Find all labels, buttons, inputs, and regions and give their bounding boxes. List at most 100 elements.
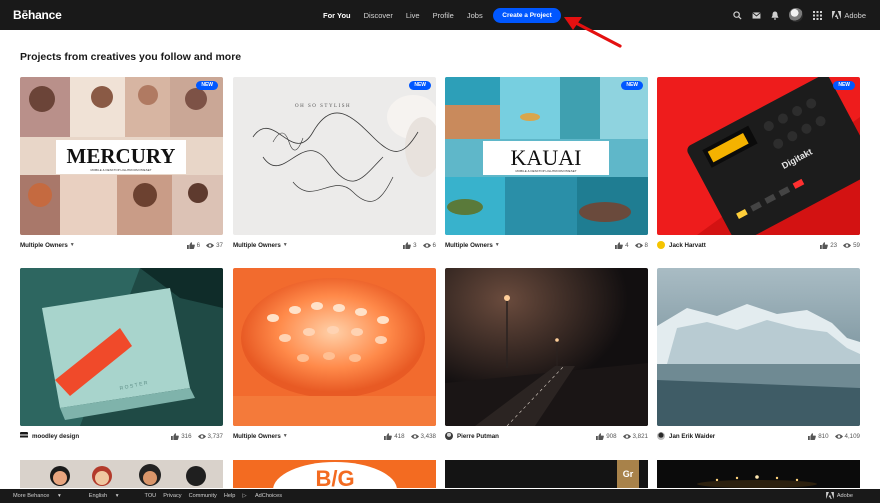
chevron-down-icon[interactable]: ▼: [283, 242, 288, 248]
thumbs-up-icon[interactable]: [171, 432, 180, 440]
digitakt-device-image: Digitakt: [657, 77, 860, 235]
project-meta: Jan Erik Waider 810 4,109: [657, 429, 860, 443]
nav-live[interactable]: Live: [406, 11, 420, 20]
project-stats: 23 59: [814, 242, 860, 249]
svg-text:B/G: B/G: [315, 466, 354, 488]
adobe-footer-label: Adobe: [836, 492, 853, 499]
stage-lights-thumbnail: [657, 460, 860, 488]
thumbs-up-icon[interactable]: [615, 241, 623, 249]
owner-link[interactable]: moodley design: [20, 432, 79, 440]
owner-link[interactable]: Multiple Owners ▼: [233, 433, 288, 440]
more-behance-link[interactable]: More Behance ▾: [13, 493, 68, 499]
thumbs-up-icon[interactable]: [403, 241, 411, 249]
project-card[interactable]: Jan Erik Waider 810 4,109: [657, 268, 860, 443]
project-card-partial[interactable]: [657, 460, 860, 488]
owner-avatar[interactable]: [20, 432, 28, 440]
nav-jobs[interactable]: Jobs: [467, 11, 483, 20]
adobe-link[interactable]: Adobe: [832, 11, 866, 20]
adobe-footer-link[interactable]: Adobe: [825, 492, 860, 499]
footer-link-tou[interactable]: TOU: [145, 493, 157, 499]
project-meta: Jack Harvatt 23 59: [657, 238, 860, 252]
owner-link[interactable]: Multiple Owners ▼: [20, 242, 75, 249]
user-avatar[interactable]: [789, 8, 804, 22]
project-card[interactable]: OH SO STYLISH NEW Multiple Owners ▼ 3 6: [233, 77, 436, 252]
project-card[interactable]: Pierre Putman 908 3,821: [445, 268, 648, 443]
project-stats: 3 6: [397, 242, 436, 249]
project-card-partial[interactable]: [20, 460, 223, 488]
project-thumbnail[interactable]: KAUAI MOBILE & DESKTOP LIGHTROOM PRESET …: [445, 77, 648, 235]
mail-icon[interactable]: [751, 10, 761, 20]
footer-link-privacy[interactable]: Privacy: [163, 493, 181, 499]
behance-app: Bēhance For You Discover Live Profile Jo…: [0, 0, 880, 503]
nav-discover[interactable]: Discover: [364, 11, 393, 20]
project-card[interactable]: KAUAI MOBILE & DESKTOP LIGHTROOM PRESET …: [445, 77, 648, 252]
owner-link[interactable]: Multiple Owners ▼: [445, 242, 500, 249]
owner-link[interactable]: Pierre Putman: [445, 432, 499, 440]
like-count: 908: [606, 432, 617, 440]
project-card-partial[interactable]: B/G: [233, 460, 436, 488]
thumbs-up-icon[interactable]: [808, 432, 817, 440]
eye-icon: [197, 433, 206, 440]
footer-bar: More Behance ▾ English ▾ TOU Privacy Com…: [0, 489, 880, 503]
owner-link[interactable]: Jan Erik Waider: [657, 432, 715, 440]
owner-link[interactable]: Multiple Owners ▼: [233, 242, 288, 249]
project-card[interactable]: MERCURY MOBILE & DESKTOP LIGHTROOM PRESE…: [20, 77, 223, 252]
owner-avatar[interactable]: [445, 432, 453, 440]
thumbs-up-icon[interactable]: [596, 432, 605, 440]
footer-link-community[interactable]: Community: [189, 493, 217, 499]
main-nav: For You Discover Live Profile Jobs: [323, 0, 496, 30]
thumbs-up-icon[interactable]: [820, 241, 829, 249]
project-thumbnail[interactable]: [657, 268, 860, 426]
apps-grid-icon[interactable]: [812, 10, 822, 20]
footer-link-help[interactable]: Help: [224, 493, 236, 499]
like-count: 810: [818, 432, 829, 440]
adobe-logo-icon: [832, 11, 842, 19]
bell-icon[interactable]: [770, 10, 780, 20]
project-meta: Multiple Owners ▼ 4 8: [445, 238, 648, 252]
project-thumbnail[interactable]: [233, 268, 436, 426]
project-stats: 908 3,821: [590, 433, 648, 440]
project-card-partial[interactable]: Gr: [445, 460, 648, 488]
view-count: 3,438: [420, 432, 436, 440]
owner-avatar[interactable]: [657, 432, 665, 440]
owner-avatar[interactable]: [657, 241, 665, 249]
night-road-image: [445, 268, 648, 426]
top-navigation-bar: Bēhance For You Discover Live Profile Jo…: [0, 0, 880, 30]
new-badge: NEW: [196, 81, 218, 90]
project-thumbnail[interactable]: OH SO STYLISH NEW: [233, 77, 436, 235]
adchoices-label: AdChoices: [254, 493, 282, 499]
chevron-down-icon[interactable]: ▼: [283, 433, 288, 439]
view-count: 4,109: [844, 432, 860, 440]
project-stats: 316 3,737: [165, 433, 223, 440]
language-select[interactable]: English ▾: [89, 493, 126, 499]
eye-icon: [843, 242, 852, 249]
owner-name: Jack Harvatt: [669, 241, 706, 249]
project-thumbnail[interactable]: ROSTER: [20, 268, 223, 426]
view-count: 37: [216, 241, 223, 249]
project-card[interactable]: Digitakt NEW Jack Harvatt 23 59: [657, 77, 860, 252]
thumbs-up-icon[interactable]: [186, 241, 195, 249]
owner-name: Multiple Owners: [233, 241, 281, 249]
project-meta: moodley design 316 3,737: [20, 429, 223, 443]
chevron-down-icon[interactable]: ▼: [495, 242, 500, 248]
project-card[interactable]: Multiple Owners ▼ 418 3,438: [233, 268, 436, 443]
thumbs-up-icon[interactable]: [384, 432, 393, 440]
project-thumbnail[interactable]: Digitakt NEW: [657, 77, 860, 235]
behance-logo[interactable]: Bēhance: [13, 8, 62, 22]
owner-name: Multiple Owners: [445, 241, 493, 249]
nav-profile[interactable]: Profile: [433, 11, 454, 20]
adchoices-link[interactable]: ▷ AdChoices: [242, 493, 289, 499]
owner-link[interactable]: Jack Harvatt: [657, 241, 706, 249]
new-badge: NEW: [833, 81, 855, 90]
adchoices-icon: ▷: [242, 493, 247, 499]
iceberg-image: [657, 268, 860, 426]
nav-for-you[interactable]: For You: [323, 11, 351, 20]
project-thumbnail[interactable]: [445, 268, 648, 426]
owner-name: moodley design: [32, 432, 80, 440]
project-thumbnail[interactable]: MERCURY MOBILE & DESKTOP LIGHTROOM PRESE…: [20, 77, 223, 235]
section-title: Projects from creatives you follow and m…: [20, 51, 242, 63]
create-project-button[interactable]: Create a Project: [493, 8, 561, 23]
search-icon[interactable]: [732, 10, 742, 20]
project-card[interactable]: ROSTER moodley design 316 3,737: [20, 268, 223, 443]
chevron-down-icon[interactable]: ▼: [70, 242, 75, 248]
